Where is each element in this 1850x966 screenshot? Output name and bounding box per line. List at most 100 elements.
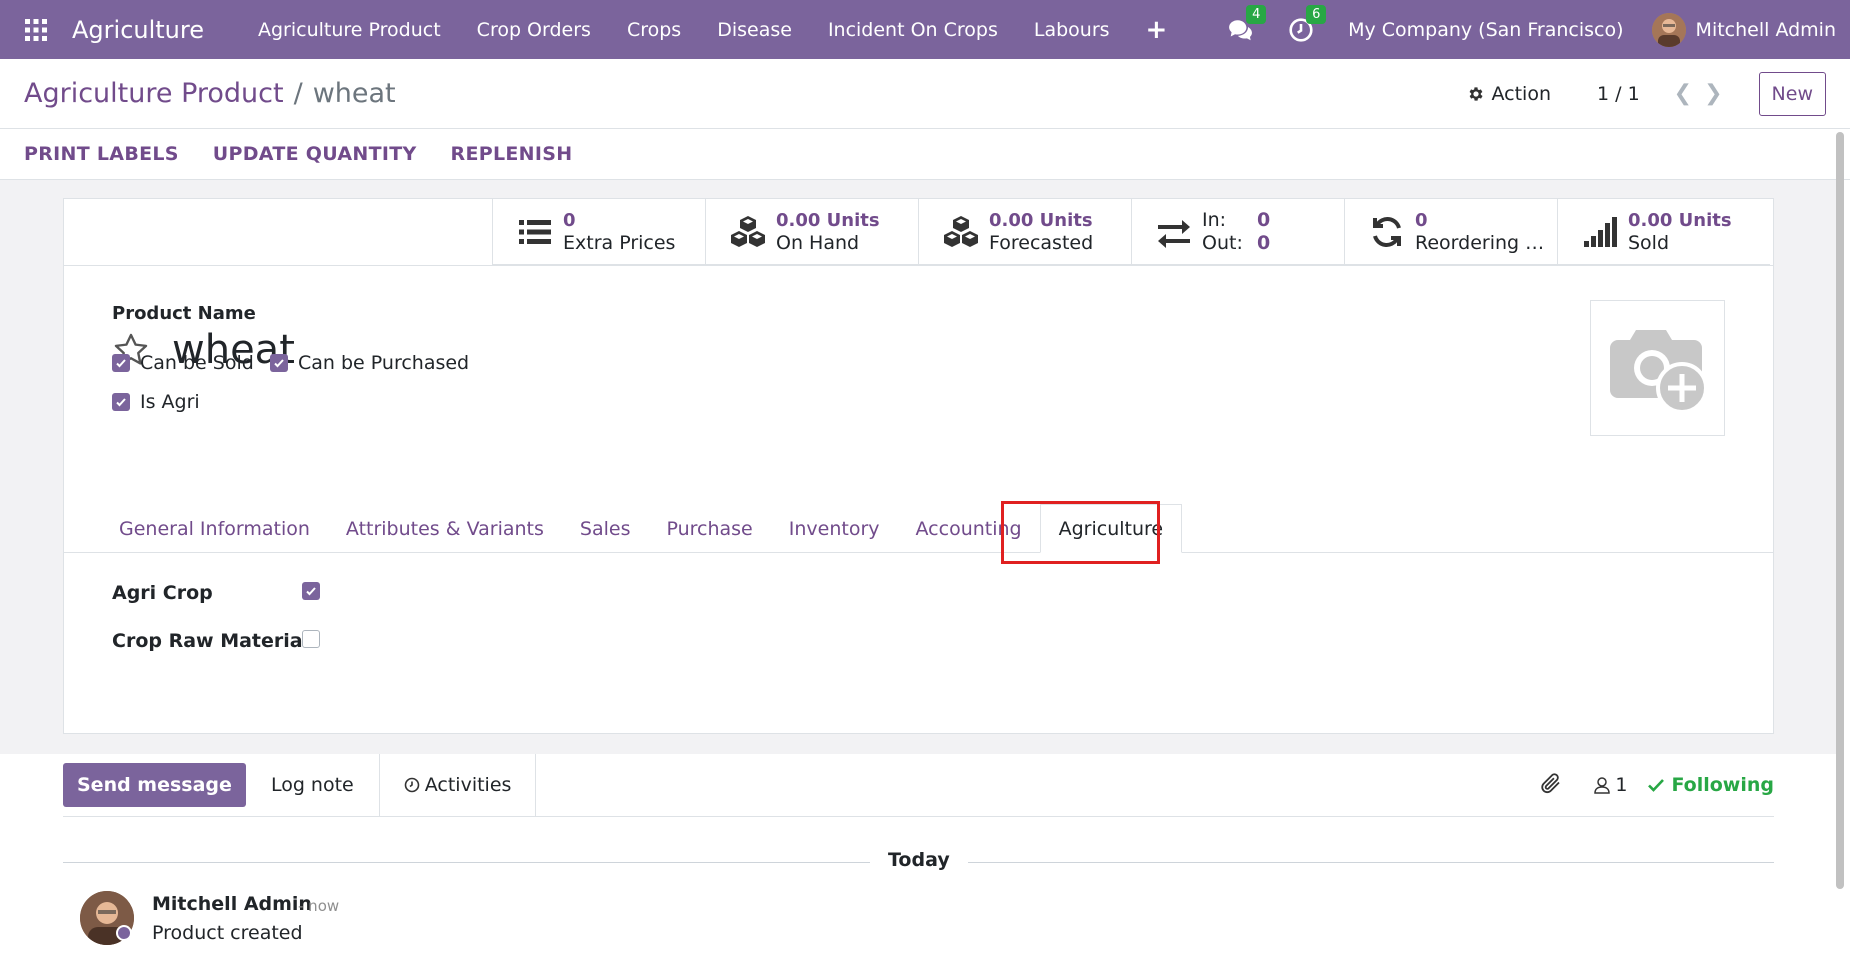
in-out-button[interactable]: In: 0 Out: 0	[1131, 199, 1344, 265]
chatter-topbar: Send message Log note Activities 1 Follo…	[63, 753, 1774, 817]
log-note-button[interactable]: Log note	[246, 753, 380, 817]
message-body: Product created	[152, 922, 303, 944]
on-hand-button[interactable]: 0.00 Units On Hand	[705, 199, 918, 265]
gear-icon	[1470, 86, 1484, 101]
can-be-purchased-label: Can be Purchased	[298, 352, 470, 374]
followers-button[interactable]: 1	[1593, 774, 1627, 796]
list-icon	[519, 220, 551, 244]
reordering-rules-button[interactable]: 0 Reordering Rules	[1344, 199, 1557, 265]
tab-highlight-box	[1001, 501, 1160, 564]
messages-button[interactable]: 4	[1228, 4, 1267, 43]
out-label: Out:	[1202, 232, 1243, 254]
user-name: Mitchell Admin	[1695, 18, 1836, 41]
new-button[interactable]: New	[1758, 71, 1826, 116]
agri-crop-row	[302, 582, 330, 600]
can-be-purchased-checkbox[interactable]	[270, 354, 288, 372]
tab-attributes-variants[interactable]: Attributes & Variants	[328, 504, 562, 553]
extra-prices-value: 0	[563, 210, 576, 231]
crop-raw-material-checkbox[interactable]	[302, 630, 320, 648]
messages-count-badge: 4	[1246, 4, 1267, 24]
is-agri-row: Is Agri	[112, 391, 200, 413]
action-label: Action	[1491, 82, 1551, 105]
clock-icon	[404, 777, 420, 793]
menu-crops[interactable]: Crops	[609, 19, 699, 41]
reordering-value: 0	[1415, 210, 1428, 231]
on-hand-label: On Hand	[776, 232, 860, 254]
breadcrumb-current: wheat	[312, 78, 396, 109]
chevron-left-icon[interactable]: ❮	[1674, 81, 1692, 106]
out-value: 0	[1257, 232, 1271, 254]
forecasted-button[interactable]: 0.00 Units Forecasted	[918, 199, 1131, 265]
message-time: - now	[298, 897, 340, 915]
send-message-button[interactable]: Send message	[63, 763, 246, 807]
can-be-sold-row: Can be Sold	[112, 352, 254, 374]
breadcrumb-separator: /	[293, 78, 303, 109]
cubes-icon	[944, 216, 978, 247]
smart-buttons: 0 Extra Prices 0.00 Units On Hand 0.00 U…	[492, 199, 1770, 265]
menu-disease[interactable]: Disease	[699, 19, 810, 41]
cubes-icon	[731, 216, 765, 247]
activities-count-badge: 6	[1306, 4, 1327, 24]
in-label: In:	[1202, 209, 1227, 231]
activities-button-chatter[interactable]: Activities	[380, 753, 537, 817]
message-author[interactable]: Mitchell Admin	[152, 893, 312, 915]
reordering-label: Reordering Rules	[1415, 232, 1550, 254]
forecasted-label: Forecasted	[989, 232, 1094, 254]
tab-inventory[interactable]: Inventory	[771, 504, 898, 553]
forecasted-value: 0.00 Units	[989, 210, 1093, 231]
app-brand[interactable]: Agriculture	[72, 16, 204, 44]
breadcrumb: Agriculture Product / wheat	[24, 78, 396, 109]
company-switcher[interactable]: My Company (San Francisco)	[1348, 19, 1623, 41]
extra-prices-button[interactable]: 0 Extra Prices	[492, 199, 705, 265]
activities-button[interactable]: 6	[1288, 4, 1327, 43]
online-status-dot	[116, 925, 132, 941]
form-sheet: 0 Extra Prices 0.00 Units On Hand 0.00 U…	[63, 198, 1774, 734]
top-navbar: Agriculture Agriculture Product Crop Ord…	[0, 0, 1850, 59]
on-hand-value: 0.00 Units	[776, 210, 880, 231]
breadcrumb-parent[interactable]: Agriculture Product	[24, 78, 284, 109]
activities-label: Activities	[424, 774, 512, 796]
paperclip-icon	[1541, 773, 1560, 794]
user-menu[interactable]: Mitchell Admin	[1651, 12, 1836, 47]
crop-raw-material-label: Crop Raw Material	[112, 630, 310, 652]
date-separator-label: Today	[870, 849, 968, 871]
in-value: 0	[1257, 209, 1271, 231]
main-menu: Agriculture Product Crop Orders Crops Di…	[240, 15, 1185, 45]
following-button[interactable]: Following	[1647, 774, 1774, 796]
can-be-purchased-row: Can be Purchased	[270, 352, 469, 374]
sold-value: 0.00 Units	[1628, 210, 1732, 231]
control-panel: Agriculture Product / wheat Action 1 / 1…	[0, 59, 1850, 129]
menu-incident-on-crops[interactable]: Incident On Crops	[810, 19, 1016, 41]
menu-labours[interactable]: Labours	[1016, 19, 1128, 41]
page-scrollbar[interactable]	[1836, 132, 1844, 889]
crop-raw-material-row	[302, 630, 330, 648]
pager-value[interactable]: 1 / 1	[1597, 83, 1640, 105]
print-labels-button[interactable]: PRINT LABELS	[24, 143, 179, 165]
camera-plus-icon	[1609, 330, 1708, 414]
refresh-icon	[1373, 217, 1401, 247]
product-image-upload[interactable]	[1590, 300, 1725, 436]
tab-sales[interactable]: Sales	[562, 504, 649, 553]
pager-arrows: ❮ ❯	[1662, 81, 1723, 106]
chevron-right-icon[interactable]: ❯	[1704, 81, 1722, 106]
apps-menu-icon[interactable]	[0, 0, 72, 59]
menu-crop-orders[interactable]: Crop Orders	[459, 19, 609, 41]
exchange-icon	[1158, 220, 1190, 248]
followers-count: 1	[1615, 774, 1628, 796]
product-name-label: Product Name	[112, 303, 256, 324]
tab-purchase[interactable]: Purchase	[648, 504, 770, 553]
smart-buttons-divider	[64, 265, 1773, 266]
attachment-button[interactable]	[1539, 771, 1593, 799]
tab-general-information[interactable]: General Information	[101, 504, 328, 553]
menu-agriculture-product[interactable]: Agriculture Product	[240, 19, 459, 41]
replenish-button[interactable]: REPLENISH	[451, 143, 573, 165]
can-be-sold-checkbox[interactable]	[112, 354, 130, 372]
action-button[interactable]: Action	[1467, 83, 1551, 105]
update-quantity-button[interactable]: UPDATE QUANTITY	[213, 143, 417, 165]
notebook-tabs: General Information Attributes & Variant…	[64, 504, 1773, 553]
agri-crop-checkbox[interactable]	[302, 582, 320, 600]
header-buttons: PRINT LABELS UPDATE QUANTITY REPLENISH	[0, 129, 1850, 180]
sold-button[interactable]: 0.00 Units Sold	[1557, 199, 1770, 265]
is-agri-checkbox[interactable]	[112, 393, 130, 411]
plus-icon[interactable]: +	[1128, 15, 1186, 45]
